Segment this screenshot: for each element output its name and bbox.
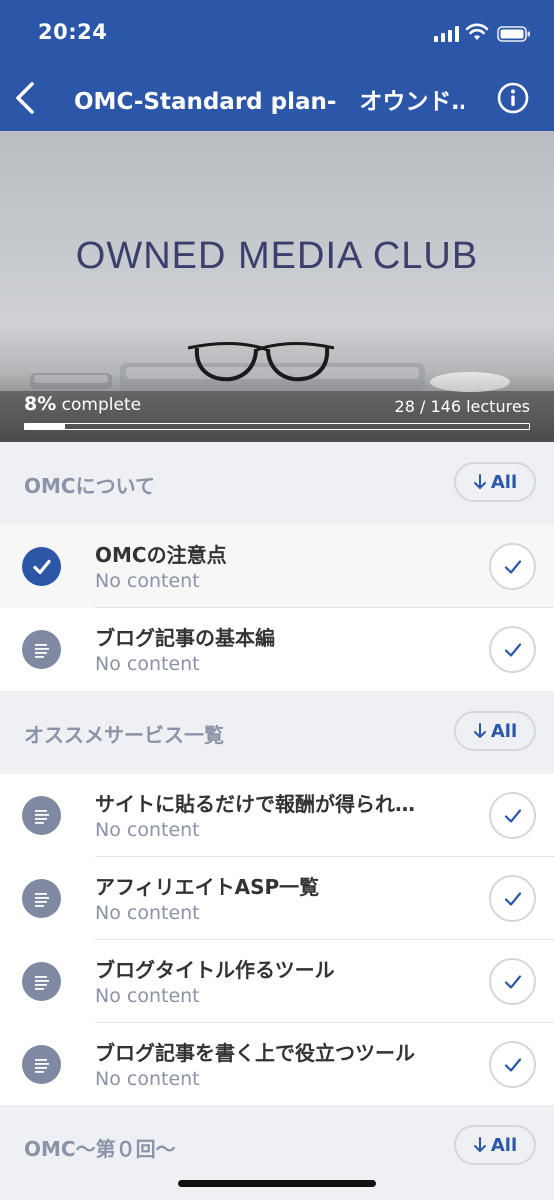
lecture-subtitle: No content <box>95 819 200 841</box>
list-item[interactable]: ブログ記事の基本編 No content <box>0 608 554 691</box>
progress-bar-fill <box>25 424 66 429</box>
arrow-down-icon <box>473 474 486 489</box>
section-title: OMC〜第０回〜 <box>24 1137 176 1161</box>
mark-complete-button[interactable] <box>489 875 536 922</box>
lecture-subtitle: No content <box>95 902 200 924</box>
text-lines-icon <box>22 962 61 1001</box>
section-header: OMC〜第０回〜 All <box>0 1105 554 1188</box>
status-bar: 20:24 <box>0 0 554 66</box>
list-item[interactable]: OMCの注意点 No content <box>0 525 554 608</box>
course-hero: OWNED MEDIA CLUB 8% complete 28 / 146 le… <box>0 131 554 442</box>
checkmark-icon <box>504 559 521 574</box>
completed-lead-icon <box>22 547 61 586</box>
mark-complete-button[interactable] <box>489 543 536 590</box>
list-item[interactable]: ブログ記事を書く上で役立つツール No content <box>0 1023 554 1106</box>
mark-complete-button[interactable] <box>489 1041 536 1088</box>
nav-title: OMC-Standard plan- オウンド… <box>74 89 464 115</box>
app-header: 20:24 OMC-Standard plan- オウンド… <box>0 0 554 131</box>
section-header: オススメサービス一覧 All <box>0 691 554 774</box>
lecture-title: サイトに貼るだけで報酬が得られ… <box>95 792 415 816</box>
info-circle-icon[interactable] <box>497 82 529 114</box>
arrow-down-icon <box>473 1137 486 1152</box>
checkmark-icon <box>32 559 51 574</box>
status-time: 20:24 <box>38 20 108 44</box>
home-indicator[interactable] <box>178 1180 376 1187</box>
expand-all-button[interactable]: All <box>454 1125 536 1165</box>
list-item[interactable]: アフィリエイトASP一覧 No content <box>0 857 554 940</box>
text-lines-icon <box>22 796 61 835</box>
section-header: OMCについて All <box>0 442 554 525</box>
checkmark-icon <box>504 974 521 989</box>
text-lines-icon <box>22 630 61 669</box>
checkmark-icon <box>504 1057 521 1072</box>
text-lines-icon <box>22 879 61 918</box>
expand-all-label: All <box>490 1134 518 1156</box>
lecture-title: ブログ記事の基本編 <box>95 626 275 650</box>
lecture-count: 28 / 146 lectures <box>394 397 530 416</box>
progress-label: 8% complete <box>24 393 141 415</box>
arrow-down-icon <box>473 723 486 738</box>
mark-complete-button[interactable] <box>489 958 536 1005</box>
hero-title: OWNED MEDIA CLUB <box>75 235 479 277</box>
expand-all-button[interactable]: All <box>454 711 536 751</box>
text-lines-icon <box>22 1045 61 1084</box>
progress-percent: 8% <box>24 393 57 415</box>
lecture-title: ブログタイトル作るツール <box>95 958 335 982</box>
section-title: オススメサービス一覧 <box>24 723 224 747</box>
mark-complete-button[interactable] <box>489 792 536 839</box>
lecture-title: ブログ記事を書く上で役立つツール <box>95 1041 415 1065</box>
lecture-title: アフィリエイトASP一覧 <box>95 875 320 899</box>
nav-bar: OMC-Standard plan- オウンド… <box>0 66 554 131</box>
lecture-subtitle: No content <box>95 985 200 1007</box>
lecture-subtitle: No content <box>95 570 200 592</box>
list-item[interactable]: サイトに貼るだけで報酬が得られ… No content <box>0 774 554 857</box>
cellular-signal-icon <box>434 26 459 42</box>
expand-all-label: All <box>490 720 518 742</box>
checkmark-icon <box>504 642 521 657</box>
expand-all-label: All <box>490 471 518 493</box>
chevron-left-icon[interactable] <box>10 80 40 116</box>
progress-bar <box>24 423 530 430</box>
battery-icon <box>497 26 530 42</box>
checkmark-icon <box>504 891 521 906</box>
section-title: OMCについて <box>24 474 155 498</box>
lecture-subtitle: No content <box>95 1068 200 1090</box>
progress-suffix: complete <box>61 395 142 415</box>
list-item[interactable]: ブログタイトル作るツール No content <box>0 940 554 1023</box>
wifi-icon <box>465 23 489 40</box>
lecture-title: OMCの注意点 <box>95 543 227 567</box>
checkmark-icon <box>504 808 521 823</box>
expand-all-button[interactable]: All <box>454 462 536 502</box>
lecture-subtitle: No content <box>95 653 200 675</box>
mark-complete-button[interactable] <box>489 626 536 673</box>
